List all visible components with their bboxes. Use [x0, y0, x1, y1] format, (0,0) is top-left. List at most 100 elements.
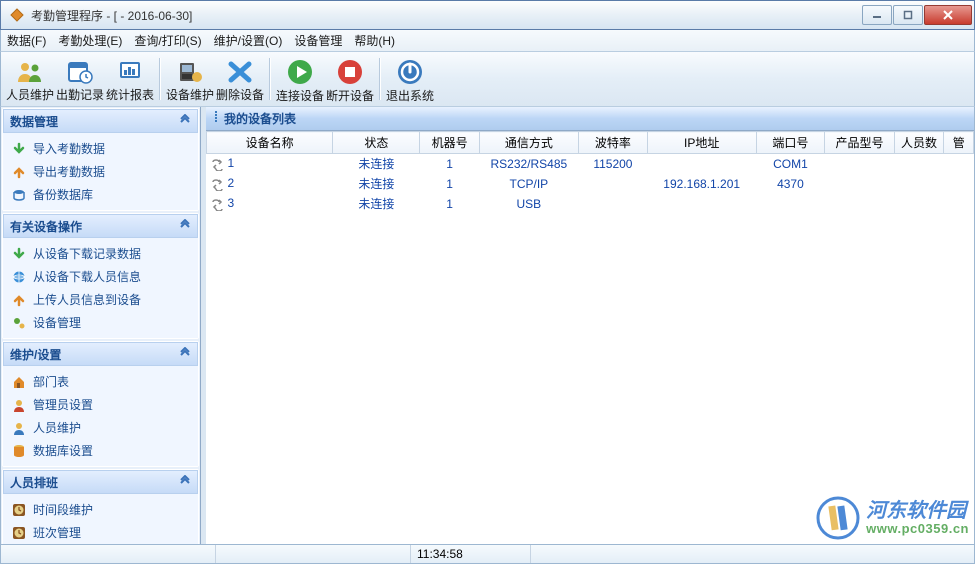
panel-header[interactable]: 有关设备操作 — [3, 214, 198, 238]
grid-column-header[interactable]: 设备名称 — [207, 132, 333, 154]
panel-body: 从设备下载记录数据从设备下载人员信息上传人员信息到设备设备管理 — [3, 238, 198, 338]
status-cell — [215, 545, 410, 563]
content-title: 我的设备列表 — [224, 110, 296, 127]
cell: 192.168.1.201 — [647, 174, 756, 194]
cell — [825, 194, 894, 214]
delete-x-icon — [226, 59, 254, 84]
toolbar-separator — [269, 58, 271, 100]
table-row[interactable]: 3未连接1USB — [207, 194, 974, 214]
grid-column-header[interactable]: 状态 — [333, 132, 420, 154]
panel-header[interactable]: 人员排班 — [3, 470, 198, 494]
db-icon — [11, 443, 27, 459]
up-orange-icon — [11, 292, 27, 308]
toolbar-connect-device[interactable]: 连接设备 — [275, 55, 325, 103]
refresh-icon — [211, 178, 224, 191]
panel-header[interactable]: 维护/设置 — [3, 342, 198, 366]
sidebar-item[interactable]: 人员维护 — [3, 416, 198, 439]
toolbar-label: 出勤记录 — [56, 86, 104, 103]
refresh-icon — [211, 198, 224, 211]
cell: TCP/IP — [479, 174, 578, 194]
cell — [944, 194, 974, 214]
menu-device[interactable]: 设备管理 — [294, 32, 342, 49]
menu-data[interactable]: 数据(F) — [7, 32, 46, 49]
cell: 2 — [207, 174, 333, 194]
sidebar-item[interactable]: 导入考勤数据 — [3, 137, 198, 160]
clock2-icon — [11, 525, 27, 541]
cell — [647, 154, 756, 174]
sidebar-item[interactable]: 上传人员信息到设备 — [3, 288, 198, 311]
sidebar-item[interactable]: 备份数据库 — [3, 183, 198, 206]
toolbar-stats-report[interactable]: 统计报表 — [105, 55, 155, 103]
table-row[interactable]: 2未连接1TCP/IP192.168.1.2014370 — [207, 174, 974, 194]
table-row[interactable]: 1未连接1RS232/RS485115200COM1 — [207, 154, 974, 174]
chevron-up-icon — [179, 114, 191, 129]
sidebar-item[interactable]: 从设备下载人员信息 — [3, 265, 198, 288]
device-grid[interactable]: 设备名称状态机器号通信方式波特率IP地址端口号产品型号人员数管 1未连接1RS2… — [206, 131, 974, 544]
calendar-clock-icon — [66, 59, 94, 84]
grid-column-header[interactable]: 产品型号 — [825, 132, 894, 154]
grid-column-header[interactable]: 端口号 — [756, 132, 825, 154]
minimize-button[interactable] — [862, 5, 892, 25]
down-green-icon — [11, 141, 27, 157]
sidebar-item-label: 导入考勤数据 — [33, 140, 105, 157]
grid-column-header[interactable]: 波特率 — [578, 132, 647, 154]
toolbar-delete-device[interactable]: 删除设备 — [215, 55, 265, 103]
toolbar-exit[interactable]: 退出系统 — [385, 55, 435, 103]
grid-column-header[interactable]: IP地址 — [647, 132, 756, 154]
toolbar-disconnect-device[interactable]: 断开设备 — [325, 55, 375, 103]
toolbar-label: 人员维护 — [6, 86, 54, 103]
content-pane: 我的设备列表 设备名称状态机器号通信方式波特率IP地址端口号产品型号人员数管 1… — [206, 107, 974, 544]
maximize-button[interactable] — [893, 5, 923, 25]
panel-body: 部门表管理员设置人员维护数据库设置 — [3, 366, 198, 466]
titlebar: 考勤管理程序 - [ - 2016-06-30] — [0, 0, 975, 30]
grid-column-header[interactable]: 管 — [944, 132, 974, 154]
sidebar-item[interactable]: 时间段维护 — [3, 498, 198, 521]
sidebar-item-label: 上传人员信息到设备 — [33, 291, 141, 308]
cell: RS232/RS485 — [479, 154, 578, 174]
menu-attendance[interactable]: 考勤处理(E) — [58, 32, 122, 49]
sidebar-panel: 维护/设置部门表管理员设置人员维护数据库设置 — [2, 341, 199, 467]
toolbar-label: 删除设备 — [216, 86, 264, 103]
cell: 未连接 — [333, 174, 420, 194]
sidebar: 数据管理导入考勤数据导出考勤数据备份数据库有关设备操作从设备下载记录数据从设备下… — [1, 107, 201, 544]
sidebar-item[interactable]: 数据库设置 — [3, 439, 198, 462]
toolbar-attend-record[interactable]: 出勤记录 — [55, 55, 105, 103]
toolbar-device-maintain[interactable]: 设备维护 — [165, 55, 215, 103]
power-icon — [396, 59, 424, 85]
panel-header[interactable]: 数据管理 — [3, 109, 198, 133]
panel-body: 导入考勤数据导出考勤数据备份数据库 — [3, 133, 198, 210]
cell — [894, 154, 944, 174]
grid-column-header[interactable]: 通信方式 — [479, 132, 578, 154]
window-title: 考勤管理程序 - [ - 2016-06-30] — [31, 7, 862, 24]
menu-help[interactable]: 帮助(H) — [354, 32, 395, 49]
cell — [894, 194, 944, 214]
cell: 未连接 — [333, 194, 420, 214]
panel-title: 人员排班 — [10, 474, 58, 491]
content-header: 我的设备列表 — [206, 107, 974, 131]
sidebar-item-label: 导出考勤数据 — [33, 163, 105, 180]
sidebar-item[interactable]: 管理员设置 — [3, 393, 198, 416]
sidebar-item-label: 部门表 — [33, 373, 69, 390]
menu-maintain[interactable]: 维护/设置(O) — [214, 32, 283, 49]
user-icon — [11, 420, 27, 436]
sidebar-item[interactable]: 部门表 — [3, 370, 198, 393]
sidebar-item[interactable]: 导出考勤数据 — [3, 160, 198, 183]
cell — [825, 154, 894, 174]
sidebar-item[interactable]: 设备管理 — [3, 311, 198, 334]
sidebar-item[interactable]: 班次管理 — [3, 521, 198, 544]
clock1-icon — [11, 502, 27, 518]
backup-icon — [11, 187, 27, 203]
grid-column-header[interactable]: 机器号 — [420, 132, 479, 154]
cell: USB — [479, 194, 578, 214]
menu-query[interactable]: 查询/打印(S) — [134, 32, 201, 49]
grid-column-header[interactable]: 人员数 — [894, 132, 944, 154]
toolbar-person-maintain[interactable]: 人员维护 — [5, 55, 55, 103]
house-icon — [11, 374, 27, 390]
sidebar-item-label: 从设备下载记录数据 — [33, 245, 141, 262]
sidebar-item[interactable]: 从设备下载记录数据 — [3, 242, 198, 265]
up-orange-icon — [11, 164, 27, 180]
sidebar-panel: 人员排班时间段维护班次管理 — [2, 469, 199, 544]
close-button[interactable] — [924, 5, 972, 25]
toolbar-separator — [159, 58, 161, 100]
sidebar-item-label: 备份数据库 — [33, 186, 93, 203]
